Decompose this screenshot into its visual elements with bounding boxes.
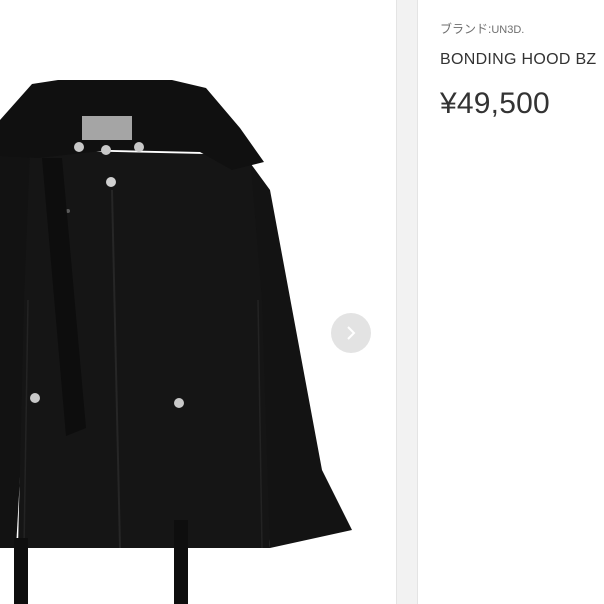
brand-link[interactable]: UN3D. bbox=[491, 24, 524, 36]
hood-snap-1 bbox=[74, 142, 84, 152]
product-price: ¥49,500 bbox=[440, 87, 550, 120]
front-snap-top bbox=[106, 177, 116, 187]
bottom-strap-left bbox=[14, 538, 28, 604]
hood-snap-3 bbox=[134, 142, 144, 152]
body-snap-right bbox=[174, 398, 184, 408]
brand-label: ブランド: bbox=[440, 22, 492, 36]
product-image-gallery bbox=[0, 0, 396, 604]
chevron-right-icon bbox=[347, 326, 356, 340]
body-snap-left bbox=[30, 393, 40, 403]
bottom-strap-right bbox=[174, 520, 188, 604]
panel-divider bbox=[396, 0, 418, 604]
product-image bbox=[0, 80, 352, 604]
hood-snap-2 bbox=[101, 145, 111, 155]
product-info-panel: ブランド:UN3D. BONDING HOOD BZ ¥49,500 bbox=[440, 0, 604, 604]
next-image-button[interactable] bbox=[331, 313, 371, 353]
brand-line: ブランド:UN3D. bbox=[440, 20, 524, 37]
product-name: BONDING HOOD BZ bbox=[440, 51, 597, 68]
